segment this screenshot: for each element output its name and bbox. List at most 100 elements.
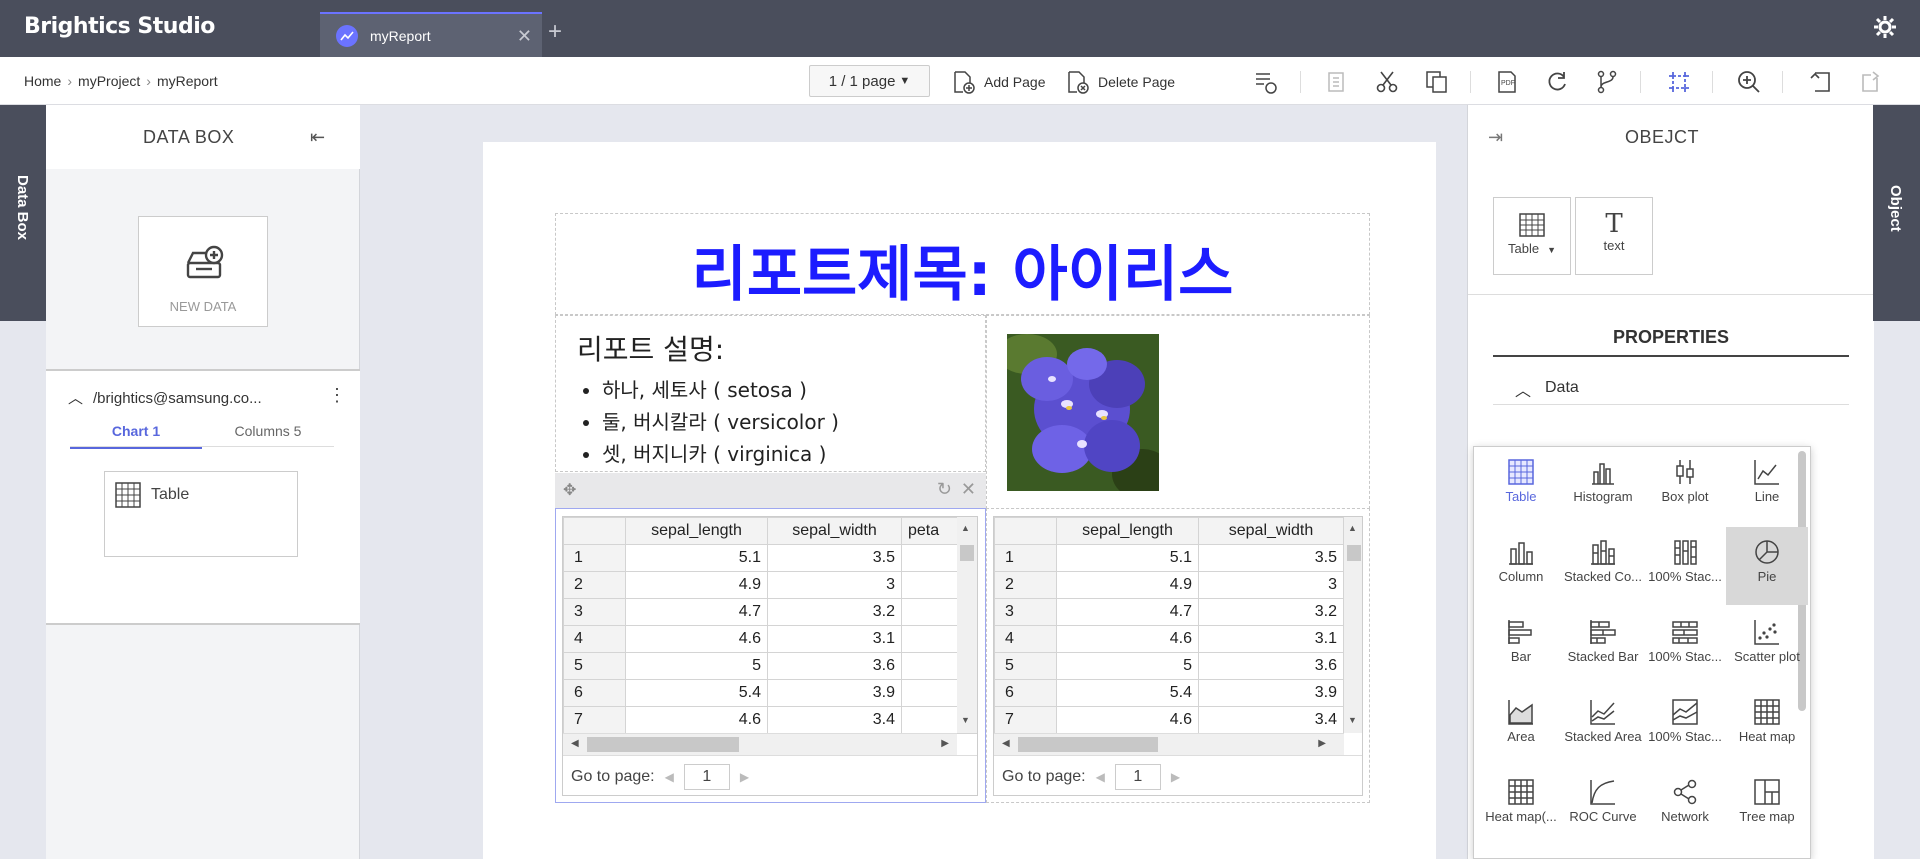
table-row[interactable]: 3 4.7 3.2 (563, 598, 977, 626)
paste-icon[interactable] (1324, 69, 1350, 95)
table-icon (1519, 213, 1545, 237)
chart-type-stacked-column[interactable]: Stacked Co... (1562, 527, 1644, 605)
expand-right-icon[interactable]: ⇥ (1488, 127, 1503, 148)
cut-icon[interactable] (1374, 69, 1400, 95)
table-row[interactable]: 4 4.6 3.1 (994, 625, 1344, 653)
tab-columns-5[interactable]: Columns 5 (202, 423, 334, 439)
chart-type-network[interactable]: Network (1644, 767, 1726, 845)
table-row[interactable]: 1 5.1 3.5 (994, 544, 1344, 572)
app-logo: Brightics Studio (24, 14, 215, 39)
next-page-icon[interactable]: ▶ (1171, 770, 1180, 784)
new-data-button[interactable]: NEW DATA (138, 216, 268, 327)
table-data-card[interactable]: Table (104, 471, 298, 557)
gear-icon[interactable] (1872, 14, 1898, 43)
close-icon[interactable]: ✕ (517, 26, 532, 47)
breadcrumb-project[interactable]: myProject (78, 73, 140, 89)
chart-type-heat-map-matrix[interactable]: Heat map(... (1480, 767, 1562, 845)
chart-type-scatter-plot[interactable]: Scatter plot (1726, 607, 1808, 685)
list-item: 셋, 버지니카 ( virginica ) (602, 438, 839, 470)
column-header[interactable]: sepal_width (767, 517, 902, 545)
page-number-input[interactable]: 1 (1114, 763, 1161, 790)
vertical-scrollbar[interactable]: ▲ ▼ (1344, 517, 1362, 733)
data-grid-left[interactable]: sepal_length sepal_width peta 1 5.1 3.5 2 4.9… (562, 516, 978, 796)
pdf-export-icon[interactable]: PDF (1494, 69, 1520, 95)
chart-type-100-stacked-area[interactable]: 100% Stac... (1644, 687, 1726, 765)
chart-type-roc-curve[interactable]: ROC Curve (1562, 767, 1644, 845)
page-selector[interactable]: 1 / 1 page ▼ (809, 65, 930, 97)
table-object-button[interactable]: Table ▼ (1493, 197, 1571, 275)
add-page-button[interactable]: Add Page (950, 69, 1046, 95)
table-row[interactable]: 2 4.9 3 (563, 571, 977, 599)
widget-toolbar: ✥ ↻ ✕ (555, 473, 986, 508)
table-row[interactable]: 6 5.4 3.9 (994, 679, 1344, 707)
chart-type-pie[interactable]: Pie (1726, 527, 1808, 605)
column-header[interactable]: sepal_length (625, 517, 768, 545)
text-object-button[interactable]: T text (1575, 197, 1653, 275)
chart-type-stacked-area[interactable]: Stacked Area (1562, 687, 1644, 765)
table-row[interactable]: 7 4.6 3.4 (563, 706, 977, 734)
prev-page-icon[interactable]: ◀ (665, 770, 674, 784)
object-side-tab[interactable]: Object (1873, 105, 1920, 321)
chart-type-stacked-bar[interactable]: Stacked Bar (1562, 607, 1644, 685)
zoom-in-icon[interactable] (1736, 69, 1762, 95)
copy-icon[interactable] (1424, 69, 1450, 95)
table-row[interactable]: 4 4.6 3.1 (563, 625, 977, 653)
redo-icon[interactable] (1858, 69, 1884, 95)
chart-type-tree-map[interactable]: Tree map (1726, 767, 1808, 845)
table-row[interactable]: 1 5.1 3.5 (563, 544, 977, 572)
next-page-icon[interactable]: ▶ (740, 770, 749, 784)
table-row[interactable]: 5 5 3.6 (563, 652, 977, 680)
branch-icon[interactable] (1594, 69, 1620, 95)
page-number-input[interactable]: 1 (683, 763, 730, 790)
table-row[interactable]: 5 5 3.6 (994, 652, 1344, 680)
line-chart-icon (1754, 460, 1779, 485)
caret-down-icon[interactable]: ▼ (1547, 245, 1556, 255)
fit-to-page-icon[interactable] (1666, 69, 1692, 95)
column-header[interactable]: sepal_width (1198, 517, 1344, 545)
close-icon[interactable]: ✕ (961, 479, 976, 500)
chart-type-column[interactable]: Column (1480, 527, 1562, 605)
table-row[interactable]: 2 4.9 3 (994, 571, 1344, 599)
stacked-bar-icon (1590, 620, 1616, 644)
undo-icon[interactable] (1808, 69, 1834, 95)
refresh-icon[interactable] (1544, 69, 1570, 95)
chart-type-heat-map[interactable]: Heat map (1726, 687, 1808, 765)
text-object-label: text (1603, 238, 1625, 253)
report-title-box[interactable]: 리포트제목: 아이리스 (555, 213, 1370, 315)
page-settings-icon[interactable] (1252, 69, 1278, 95)
data-box-side-tab[interactable]: Data Box (0, 105, 46, 321)
more-vertical-icon[interactable]: ⋮ (328, 385, 346, 406)
add-tab-button[interactable]: + (548, 18, 562, 46)
chart-type-table[interactable]: Table (1480, 447, 1562, 525)
vertical-scrollbar[interactable]: ▲ ▼ (957, 517, 977, 733)
refresh-icon[interactable]: ↻ (937, 479, 952, 500)
table-row[interactable]: 3 4.7 3.2 (994, 598, 1344, 626)
chart-type-100-stacked-column[interactable]: 100% Stac... (1644, 527, 1726, 605)
report-description-box[interactable]: 리포트 설명: 하나, 세토사 ( setosa ) 둘, 버시칼라 ( ver… (555, 315, 986, 472)
delete-page-button[interactable]: Delete Page (1064, 69, 1175, 95)
column-header[interactable]: sepal_length (1056, 517, 1199, 545)
table-icon (1508, 459, 1534, 485)
data-section-toggle[interactable]: ︿ Data (1493, 367, 1849, 405)
report-image-box[interactable] (986, 315, 1370, 509)
chart-type-histogram[interactable]: Histogram (1562, 447, 1644, 525)
chart-type-area[interactable]: Area (1480, 687, 1562, 765)
breadcrumb-report[interactable]: myReport (157, 73, 218, 89)
chart-type-line[interactable]: Line (1726, 447, 1808, 525)
horizontal-scrollbar[interactable]: ◀ ▶ (994, 733, 1344, 755)
collapse-left-icon[interactable]: ⇤ (310, 127, 325, 148)
chart-type-label: Column (1498, 569, 1544, 584)
data-grid-right[interactable]: sepal_length sepal_width 1 5.1 3.5 2 4.9 3 34… (993, 516, 1363, 796)
breadcrumb-home[interactable]: Home (24, 73, 61, 89)
chart-type-bar[interactable]: Bar (1480, 607, 1562, 685)
table-row[interactable]: 7 4.6 3.4 (994, 706, 1344, 734)
prev-page-icon[interactable]: ◀ (1096, 770, 1105, 784)
data-source-path[interactable]: ︿ /brightics@samsung.co... (68, 387, 262, 408)
tab-chart-1[interactable]: Chart 1 (70, 423, 202, 449)
table-row[interactable]: 6 5.4 3.9 (563, 679, 977, 707)
tab-myreport[interactable]: myReport ✕ (320, 12, 542, 57)
chart-type-100-stacked-bar[interactable]: 100% Stac... (1644, 607, 1726, 685)
move-icon[interactable]: ✥ (563, 480, 576, 500)
chart-type-box-plot[interactable]: Box plot (1644, 447, 1726, 525)
horizontal-scrollbar[interactable]: ◀ ▶ (563, 733, 957, 755)
